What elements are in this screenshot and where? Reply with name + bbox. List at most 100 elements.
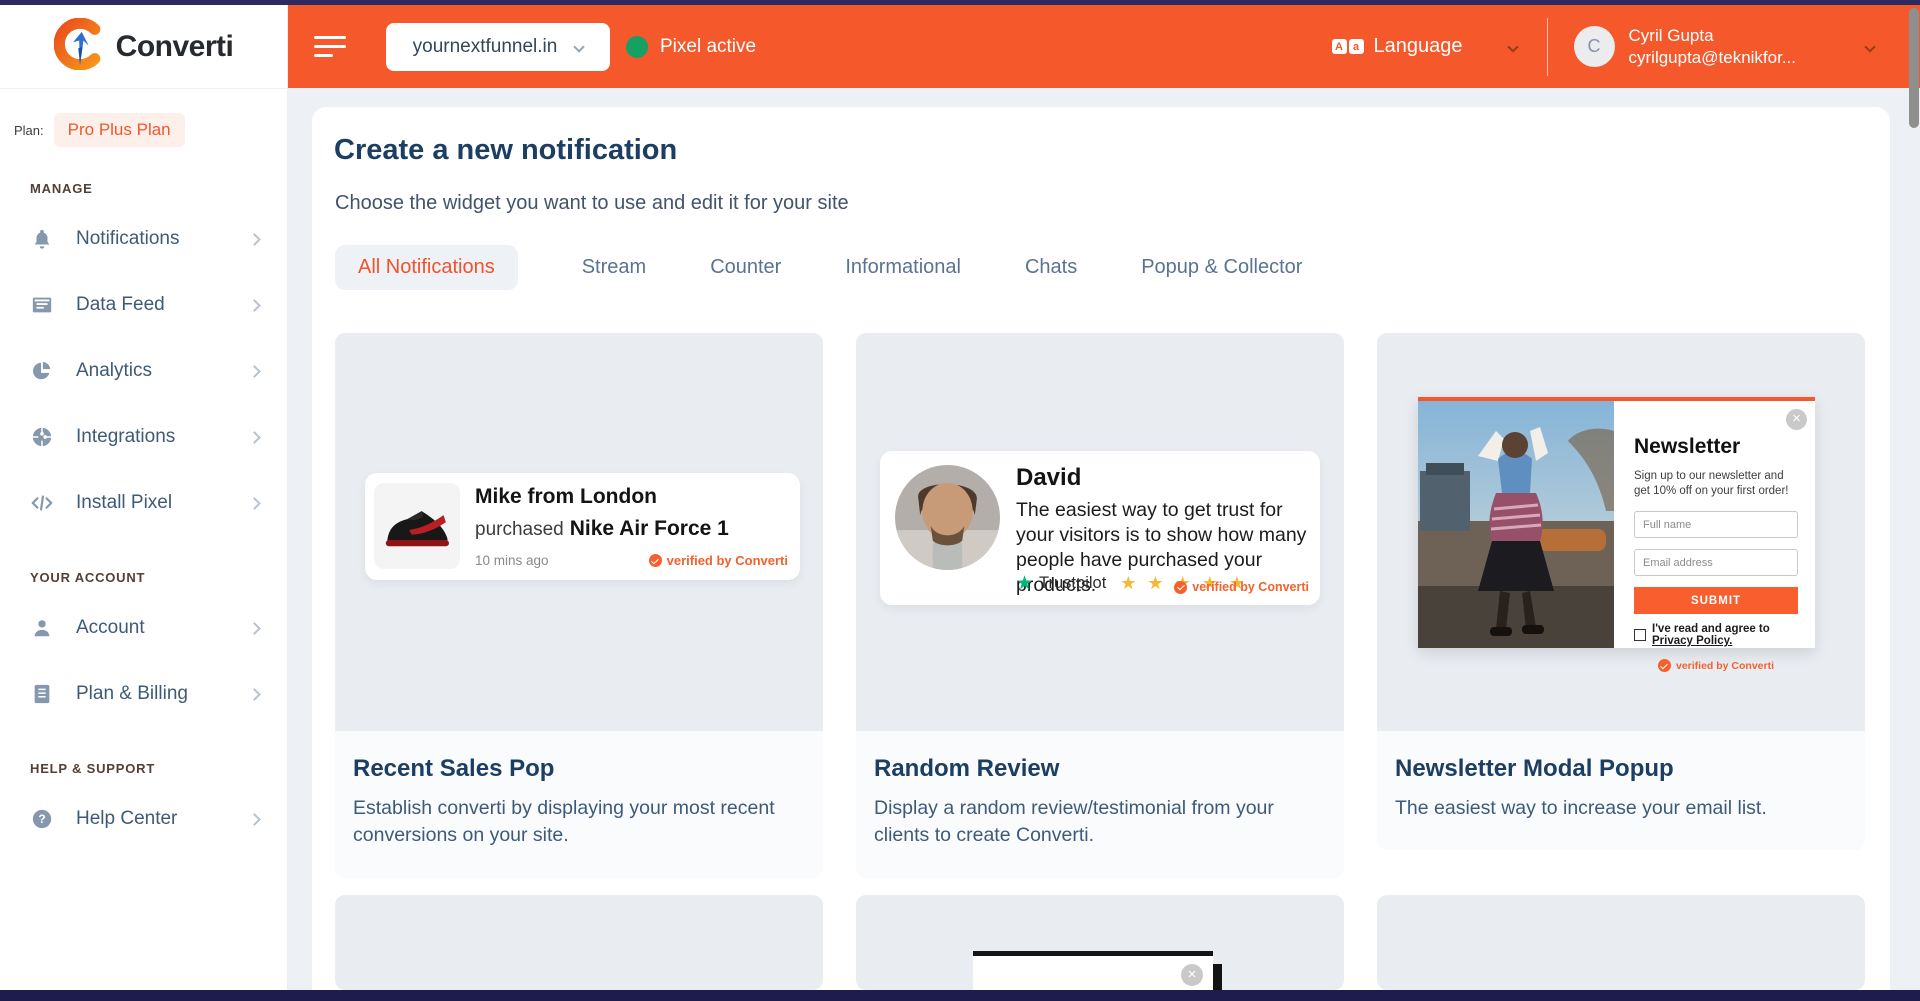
chevron-right-icon [248, 365, 261, 378]
question-icon: ? [30, 807, 54, 831]
card-footer: Newsletter Modal Popup The easiest way t… [1377, 731, 1865, 850]
sidebar-item-label: Help Center [76, 808, 250, 830]
logo-icon [54, 18, 106, 75]
sidebar-item-help-center[interactable]: ? Help Center [0, 786, 287, 852]
hamburger-menu-icon[interactable] [314, 36, 346, 57]
translate-icon: A a [1332, 39, 1364, 54]
tab-all-notifications[interactable]: All Notifications [335, 245, 518, 290]
widget-card-partial[interactable] [1377, 895, 1865, 990]
language-label: Language [1374, 35, 1463, 58]
sidebar-item-data-feed[interactable]: Data Feed [0, 272, 287, 338]
time-ago: 10 mins ago [475, 553, 549, 568]
privacy-checkbox[interactable] [1634, 629, 1646, 641]
chevron-right-icon [248, 497, 261, 510]
newsletter-title: Newsletter [1634, 435, 1798, 459]
full-name-field[interactable] [1634, 511, 1798, 538]
puzzle-icon [30, 425, 54, 449]
widget-preview: Mike from London purchasedNike Air Force… [335, 333, 823, 731]
page-subtitle: Choose the widget you want to use and ed… [335, 192, 849, 215]
chevron-right-icon [248, 813, 261, 826]
sidebar-item-label: Analytics [76, 360, 250, 382]
card-title: Newsletter Modal Popup [1395, 755, 1843, 783]
tab-informational[interactable]: Informational [845, 245, 961, 290]
sidebar-item-label: Plan & Billing [76, 683, 250, 705]
widget-preview [1377, 895, 1865, 990]
billing-icon [30, 682, 54, 706]
person-icon [30, 616, 54, 640]
sidebar-item-label: Integrations [76, 426, 250, 448]
card-title: Recent Sales Pop [353, 755, 801, 783]
tab-chats[interactable]: Chats [1025, 245, 1077, 290]
card-description: The easiest way to increase your email l… [1395, 795, 1835, 822]
logo-wordmark: Converti [116, 30, 234, 64]
chevron-right-icon [248, 299, 261, 312]
trustpilot-star-icon: ★ [1016, 572, 1033, 595]
agree-text: I've read and agree to Privacy Policy. [1652, 623, 1798, 647]
widget-card-recent-sales-pop[interactable]: Mike from London purchasedNike Air Force… [335, 333, 823, 878]
logo[interactable]: Converti [0, 5, 287, 89]
reviewer-photo [895, 465, 1000, 570]
modal-photo [1418, 401, 1614, 648]
tab-counter[interactable]: Counter [710, 245, 781, 290]
header-divider [1547, 18, 1548, 76]
reviewer-name: David [1016, 464, 1081, 492]
card-description: Establish converti by displaying your mo… [353, 795, 793, 850]
sidebar-item-label: Notifications [76, 228, 250, 250]
language-selector[interactable]: A a Language [1332, 35, 1517, 58]
chevron-right-icon [248, 431, 261, 444]
widget-preview: × Newsletter Sign up to our newsletter a… [1377, 333, 1865, 731]
chevron-down-icon [1507, 41, 1518, 52]
pixel-status-dot [626, 36, 648, 58]
newsletter-subtext: Sign up to our newsletter and get 10% of… [1634, 469, 1798, 499]
vertical-scrollbar[interactable] [1909, 8, 1919, 128]
widget-card-random-review[interactable]: David The easiest way to get trust for y… [856, 333, 1344, 878]
close-icon[interactable]: × [1181, 964, 1203, 986]
page-title: Create a new notification [334, 134, 677, 167]
user-email: cyrilgupta@teknikfor... [1629, 47, 1797, 69]
chevron-right-icon [248, 688, 261, 701]
avatar: C [1574, 26, 1615, 67]
sidebar-item-account[interactable]: Account [0, 595, 287, 661]
top-bar: yournextfunnel.in Pixel active A a Langu… [288, 5, 1920, 88]
sidebar-item-label: Account [76, 617, 250, 639]
verified-badge: verified by Converti [649, 553, 788, 568]
domain-select[interactable]: yournextfunnel.in [386, 23, 610, 71]
privacy-policy-link[interactable]: Privacy Policy. [1652, 635, 1732, 647]
sidebar-item-label: Install Pixel [76, 492, 250, 514]
tab-stream[interactable]: Stream [582, 245, 646, 290]
top-accent-strip [0, 0, 1920, 5]
section-heading-help-support: HELP & SUPPORT [30, 761, 287, 776]
product-image [374, 483, 460, 569]
chevron-down-icon [574, 41, 585, 52]
user-menu[interactable]: C Cyril Gupta cyrilgupta@teknikfor... [1574, 25, 1875, 69]
submit-button[interactable]: SUBMIT [1634, 587, 1798, 614]
sidebar-item-notifications[interactable]: Notifications [0, 206, 287, 272]
sidebar-item-install-pixel[interactable]: Install Pixel [0, 470, 287, 536]
card-footer: Random Review Display a random review/te… [856, 731, 1344, 878]
action-text: purchased [475, 519, 564, 540]
product-name: Nike Air Force 1 [570, 517, 729, 540]
sidebar-item-integrations[interactable]: Integrations [0, 404, 287, 470]
card-description: Display a random review/testimonial from… [874, 795, 1314, 850]
chevron-right-icon [248, 622, 261, 635]
sidebar-item-plan-billing[interactable]: Plan & Billing [0, 661, 287, 727]
chevron-right-icon [248, 233, 261, 246]
sidebar-item-label: Data Feed [76, 294, 250, 316]
email-field[interactable] [1634, 549, 1798, 576]
user-name: Cyril Gupta [1629, 25, 1797, 47]
notification-tabs: All Notifications Stream Counter Informa… [335, 245, 1302, 290]
svg-text:?: ? [38, 812, 45, 826]
sidebar-item-analytics[interactable]: Analytics [0, 338, 287, 404]
widget-card-partial[interactable]: × GET 25% OFF [856, 895, 1344, 990]
widget-card-newsletter-modal[interactable]: × Newsletter Sign up to our newsletter a… [1377, 333, 1865, 850]
check-icon [649, 554, 662, 567]
widget-card-partial[interactable] [335, 895, 823, 990]
sales-pop-widget: Mike from London purchasedNike Air Force… [365, 473, 800, 580]
plan-row: Plan: Pro Plus Plan [0, 89, 287, 147]
widget-preview: David The easiest way to get trust for y… [856, 333, 1344, 731]
close-icon[interactable]: × [1786, 409, 1807, 430]
plan-badge: Pro Plus Plan [54, 113, 185, 147]
review-widget: David The easiest way to get trust for y… [880, 451, 1320, 605]
main-panel: Create a new notification Choose the wid… [312, 107, 1890, 990]
tab-popup-collector[interactable]: Popup & Collector [1141, 245, 1302, 290]
